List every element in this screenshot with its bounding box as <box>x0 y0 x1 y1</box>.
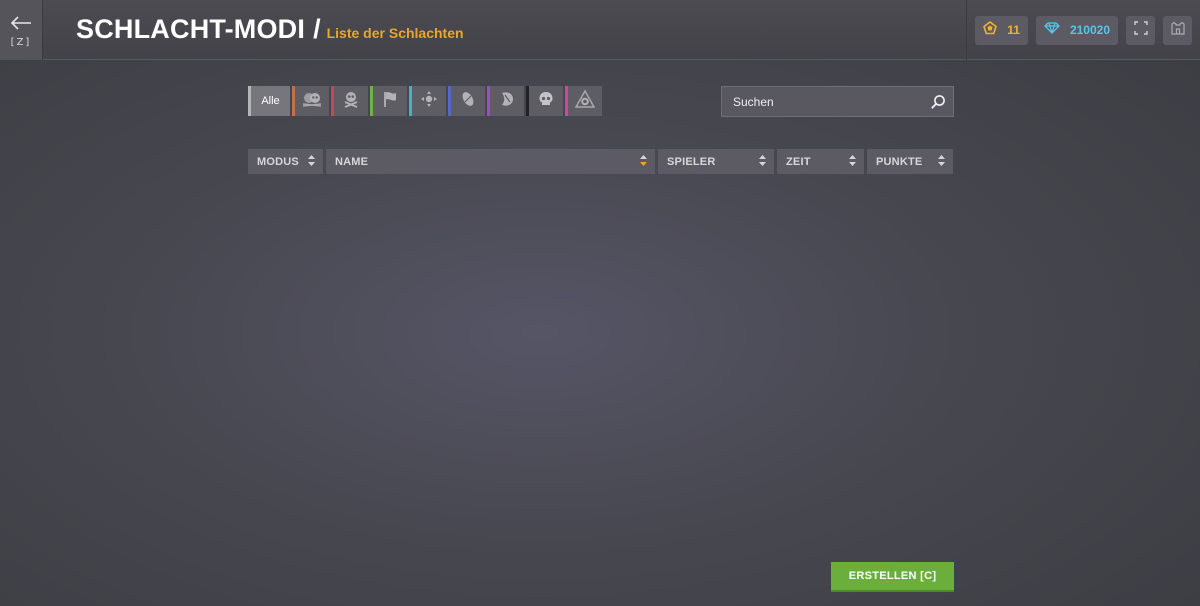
sort-icon <box>849 153 856 171</box>
skull-crossbones-icon <box>342 90 360 113</box>
flag-icon <box>381 90 399 113</box>
filter-mode-6[interactable] <box>487 86 524 116</box>
rank-pentagon-icon <box>983 20 998 40</box>
arrow-left-icon <box>10 13 32 33</box>
column-punkte[interactable]: PUNKTE <box>867 149 953 174</box>
sort-icon <box>308 153 315 171</box>
fullscreen-button[interactable] <box>1126 15 1155 45</box>
back-shortcut-label: [Z] <box>10 36 32 48</box>
search-field[interactable]: Suchen <box>721 86 954 117</box>
rank-value: 11 <box>1007 23 1020 37</box>
filter-mode-7[interactable] <box>526 86 563 116</box>
mode-filter-bar: Alle <box>248 86 604 116</box>
column-zeit-label: ZEIT <box>786 155 811 168</box>
home-button[interactable] <box>1163 15 1192 45</box>
triangle-orb-icon <box>574 88 596 113</box>
juggernaut-shield-icon <box>498 90 516 113</box>
column-zeit[interactable]: ZEIT <box>777 149 864 174</box>
gems-counter[interactable]: 210020 <box>1035 15 1118 45</box>
rank-counter[interactable]: 11 <box>975 15 1028 45</box>
gems-value: 210020 <box>1069 23 1110 37</box>
sort-icon <box>938 153 945 171</box>
skull-icon <box>537 90 555 113</box>
rugby-ball-icon <box>459 90 477 113</box>
sort-icon <box>759 153 766 171</box>
filter-mode-4[interactable] <box>409 86 446 116</box>
create-battle-button[interactable]: ERSTELLEN [C] <box>831 562 954 592</box>
castle-icon <box>1170 21 1185 40</box>
column-name-label: NAME <box>335 155 369 168</box>
filter-mode-5[interactable] <box>448 86 485 116</box>
header-divider <box>966 0 968 60</box>
search-icon[interactable] <box>923 87 953 117</box>
skull-crossed-pair-icon <box>301 91 323 112</box>
title-separator: / <box>313 14 321 44</box>
filter-mode-2[interactable] <box>331 86 368 116</box>
page-title-main: SCHLACHT-MODI <box>76 14 306 44</box>
battle-table-header: MODUS NAME SPIELER ZEIT PUNKTE <box>248 149 953 174</box>
diamond-icon <box>1044 21 1060 39</box>
page-title: SCHLACHT-MODI / Liste der Schlachten <box>76 14 464 45</box>
search-placeholder[interactable]: Suchen <box>733 95 923 109</box>
fullscreen-icon <box>1133 20 1148 40</box>
column-punkte-label: PUNKTE <box>876 155 923 168</box>
filter-all[interactable]: Alle <box>248 86 290 116</box>
page-subtitle: Liste der Schlachten <box>326 25 464 41</box>
column-spieler[interactable]: SPIELER <box>658 149 774 174</box>
back-button[interactable]: [Z] <box>0 0 43 60</box>
filter-mode-3[interactable] <box>370 86 407 116</box>
top-bar: [Z] SCHLACHT-MODI / Liste der Schlachten… <box>0 0 1200 60</box>
crosshair-diamond-icon <box>420 90 438 113</box>
column-modus-label: MODUS <box>257 155 299 168</box>
column-name[interactable]: NAME <box>326 149 655 174</box>
filter-mode-8[interactable] <box>565 86 602 116</box>
sort-active-icon <box>640 153 647 171</box>
filter-mode-1[interactable] <box>292 86 329 116</box>
column-spieler-label: SPIELER <box>667 155 716 168</box>
column-modus[interactable]: MODUS <box>248 149 323 174</box>
header-tools: 11 210020 <box>966 0 1200 60</box>
